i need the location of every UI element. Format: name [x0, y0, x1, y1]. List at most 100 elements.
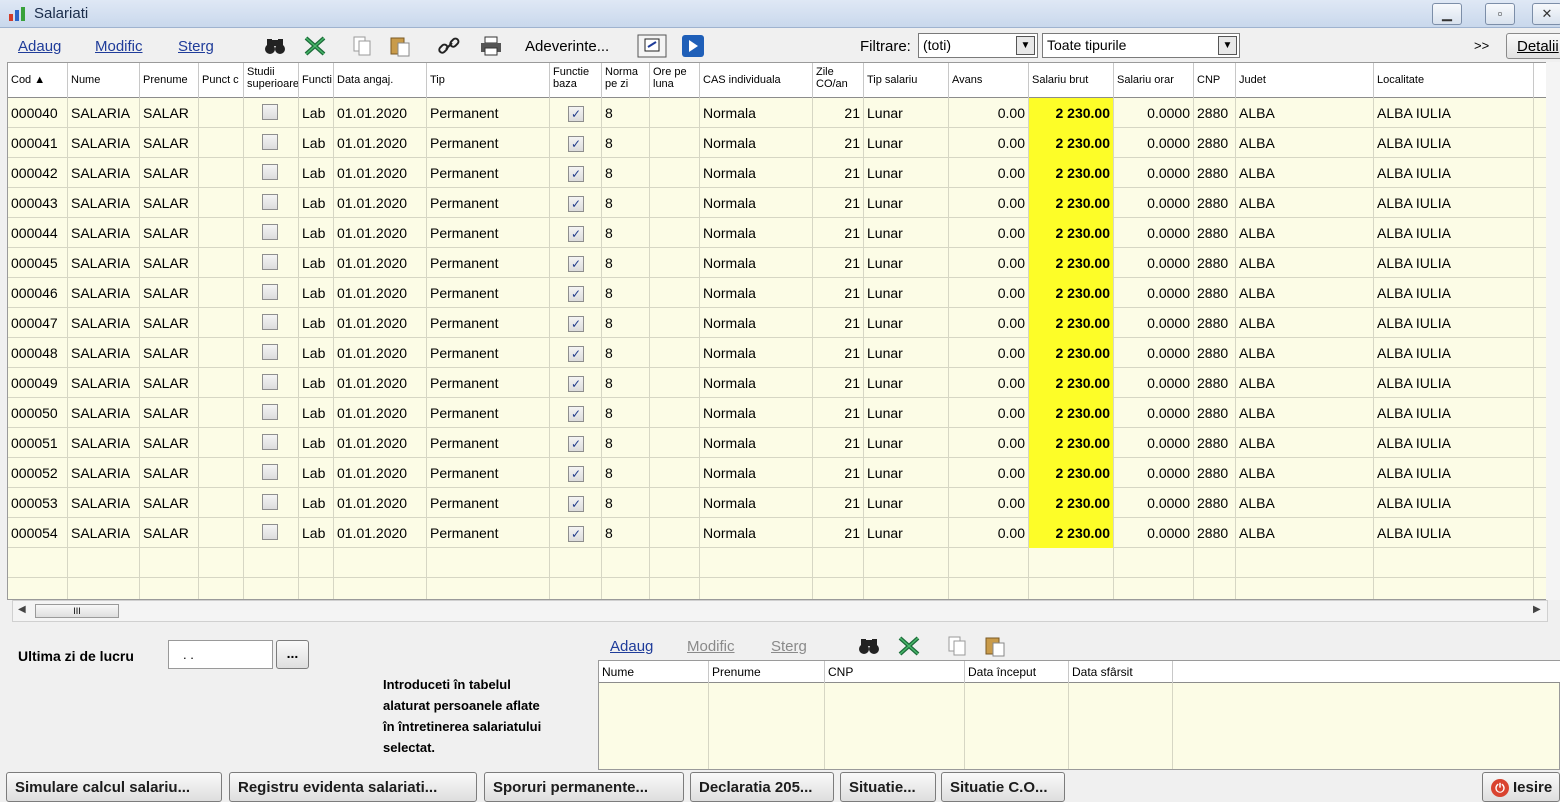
functie-baza-checkbox[interactable]: ✓: [568, 196, 584, 212]
scroll-left-icon[interactable]: ◀: [18, 604, 26, 615]
column-header[interactable]: Tip: [427, 63, 550, 98]
table-row[interactable]: 000046 SALARIA SALAR Lab 01.01.2020 Permanent…: [8, 278, 1559, 308]
chevron-down-icon[interactable]: ▼: [1218, 36, 1237, 55]
functie-baza-checkbox[interactable]: ✓: [568, 406, 584, 422]
column-header[interactable]: Prenume: [140, 63, 199, 98]
table-row[interactable]: 000045 SALARIA SALAR Lab 01.01.2020 Permanent…: [8, 248, 1559, 278]
employee-register-button[interactable]: Registru evidenta salariati...: [229, 772, 477, 802]
table-row[interactable]: 000050 SALARIA SALAR Lab 01.01.2020 Permanent…: [8, 398, 1559, 428]
type-select[interactable]: Toate tipurile ▼: [1042, 33, 1240, 58]
print-icon[interactable]: [479, 34, 503, 58]
copy-icon[interactable]: [945, 634, 969, 658]
functie-baza-checkbox[interactable]: ✓: [568, 226, 584, 242]
certificates-button[interactable]: Adeverinte...: [525, 38, 609, 55]
binoculars-icon[interactable]: [857, 634, 881, 658]
column-header[interactable]: Nume: [68, 63, 140, 98]
column-header[interactable]: Norma pe zi: [602, 63, 650, 98]
more-button[interactable]: >>: [1474, 38, 1489, 53]
last-day-input[interactable]: . .: [168, 640, 273, 669]
column-header[interactable]: Functi: [299, 63, 334, 98]
column-header[interactable]: Salariu brut: [1029, 63, 1114, 98]
table-row[interactable]: 000042 SALARIA SALAR Lab 01.01.2020 Permanent…: [8, 158, 1559, 188]
delete-link[interactable]: Sterg: [178, 38, 214, 55]
column-header[interactable]: Localitate: [1374, 63, 1534, 98]
column-header[interactable]: Functie baza: [550, 63, 602, 98]
functie-baza-checkbox[interactable]: ✓: [568, 466, 584, 482]
studii-superioare-checkbox[interactable]: [262, 134, 278, 150]
column-header[interactable]: CNP: [1194, 63, 1236, 98]
excel-export-icon[interactable]: [303, 34, 327, 58]
dependents-grid[interactable]: Nume Prenume CNP Data început Data sfârs…: [598, 660, 1560, 770]
functie-baza-checkbox[interactable]: ✓: [568, 166, 584, 182]
paste-icon[interactable]: [388, 34, 412, 58]
table-row[interactable]: 000040 SALARIA SALAR Lab 01.01.2020 Permanent…: [8, 98, 1559, 128]
column-header[interactable]: Punct c: [199, 63, 244, 98]
dependents-delete-link[interactable]: Sterg: [771, 638, 807, 655]
studii-superioare-checkbox[interactable]: [262, 254, 278, 270]
functie-baza-checkbox[interactable]: ✓: [568, 136, 584, 152]
excel-export-icon[interactable]: [897, 634, 921, 658]
table-row[interactable]: 000048 SALARIA SALAR Lab 01.01.2020 Permanent…: [8, 338, 1559, 368]
studii-superioare-checkbox[interactable]: [262, 434, 278, 450]
functie-baza-checkbox[interactable]: ✓: [568, 526, 584, 542]
employees-grid[interactable]: Cod ▲ Nume Prenume Punct c Studii superioare…: [7, 62, 1560, 600]
column-header[interactable]: Cod ▲: [8, 63, 68, 98]
dependents-edit-link[interactable]: Modific: [687, 638, 735, 655]
add-link[interactable]: Adaug: [18, 38, 61, 55]
minimize-button[interactable]: ▁: [1432, 3, 1462, 25]
dependents-add-link[interactable]: Adaug: [610, 638, 653, 655]
functie-baza-checkbox[interactable]: ✓: [568, 436, 584, 452]
table-row[interactable]: 000054 SALARIA SALAR Lab 01.01.2020 Permanent…: [8, 518, 1559, 548]
studii-superioare-checkbox[interactable]: [262, 194, 278, 210]
situation-button[interactable]: Situatie...: [840, 772, 936, 802]
paste-icon[interactable]: [983, 634, 1007, 658]
details-button[interactable]: Detalii: [1506, 33, 1560, 59]
studii-superioare-checkbox[interactable]: [262, 404, 278, 420]
table-row[interactable]: 000044 SALARIA SALAR Lab 01.01.2020 Permanent…: [8, 218, 1559, 248]
functie-baza-checkbox[interactable]: ✓: [568, 496, 584, 512]
table-row[interactable]: 000047 SALARIA SALAR Lab 01.01.2020 Permanent…: [8, 308, 1559, 338]
column-header[interactable]: Ore pe luna: [650, 63, 700, 98]
scroll-right-icon[interactable]: ▶: [1533, 604, 1541, 615]
exit-button[interactable]: ⏻ Iesire: [1482, 772, 1560, 802]
studii-superioare-checkbox[interactable]: [262, 464, 278, 480]
table-row[interactable]: 000041 SALARIA SALAR Lab 01.01.2020 Permanent…: [8, 128, 1559, 158]
studii-superioare-checkbox[interactable]: [262, 494, 278, 510]
column-header[interactable]: CAS individuala: [700, 63, 813, 98]
table-row[interactable]: 000053 SALARIA SALAR Lab 01.01.2020 Permanent…: [8, 488, 1559, 518]
permanent-bonuses-button[interactable]: Sporuri permanente...: [484, 772, 684, 802]
column-header[interactable]: Zile CO/an: [813, 63, 864, 98]
table-row[interactable]: 000043 SALARIA SALAR Lab 01.01.2020 Permanent…: [8, 188, 1559, 218]
studii-superioare-checkbox[interactable]: [262, 284, 278, 300]
studii-superioare-checkbox[interactable]: [262, 344, 278, 360]
close-button[interactable]: ✕: [1532, 3, 1560, 25]
studii-superioare-checkbox[interactable]: [262, 374, 278, 390]
copy-icon[interactable]: [350, 34, 374, 58]
chevron-down-icon[interactable]: ▼: [1016, 36, 1035, 55]
edit-link[interactable]: Modific: [95, 38, 143, 55]
horizontal-scrollbar[interactable]: ◀ III ▶: [12, 600, 1548, 622]
column-header[interactable]: Tip salariu: [864, 63, 949, 98]
studii-superioare-checkbox[interactable]: [262, 314, 278, 330]
binoculars-icon[interactable]: [263, 34, 287, 58]
studii-superioare-checkbox[interactable]: [262, 164, 278, 180]
date-picker-button[interactable]: ...: [276, 640, 309, 669]
link-icon[interactable]: [437, 34, 461, 58]
column-header[interactable]: Salariu orar: [1114, 63, 1194, 98]
table-row[interactable]: 000049 SALARIA SALAR Lab 01.01.2020 Permanent…: [8, 368, 1559, 398]
studii-superioare-checkbox[interactable]: [262, 224, 278, 240]
table-row[interactable]: 000052 SALARIA SALAR Lab 01.01.2020 Permanent…: [8, 458, 1559, 488]
functie-baza-checkbox[interactable]: ✓: [568, 376, 584, 392]
studii-superioare-checkbox[interactable]: [262, 524, 278, 540]
import-icon[interactable]: [637, 34, 667, 58]
functie-baza-checkbox[interactable]: ✓: [568, 256, 584, 272]
salary-simulation-button[interactable]: Simulare calcul salariu...: [6, 772, 222, 802]
declaration-205-button[interactable]: Declaratia 205...: [690, 772, 834, 802]
vertical-scrollbar[interactable]: [1546, 62, 1560, 600]
column-header[interactable]: Data angaj.: [334, 63, 427, 98]
scrollbar-thumb[interactable]: III: [35, 604, 119, 618]
functie-baza-checkbox[interactable]: ✓: [568, 286, 584, 302]
column-header[interactable]: Studii superioare: [244, 63, 299, 98]
functie-baza-checkbox[interactable]: ✓: [568, 346, 584, 362]
functie-baza-checkbox[interactable]: ✓: [568, 106, 584, 122]
